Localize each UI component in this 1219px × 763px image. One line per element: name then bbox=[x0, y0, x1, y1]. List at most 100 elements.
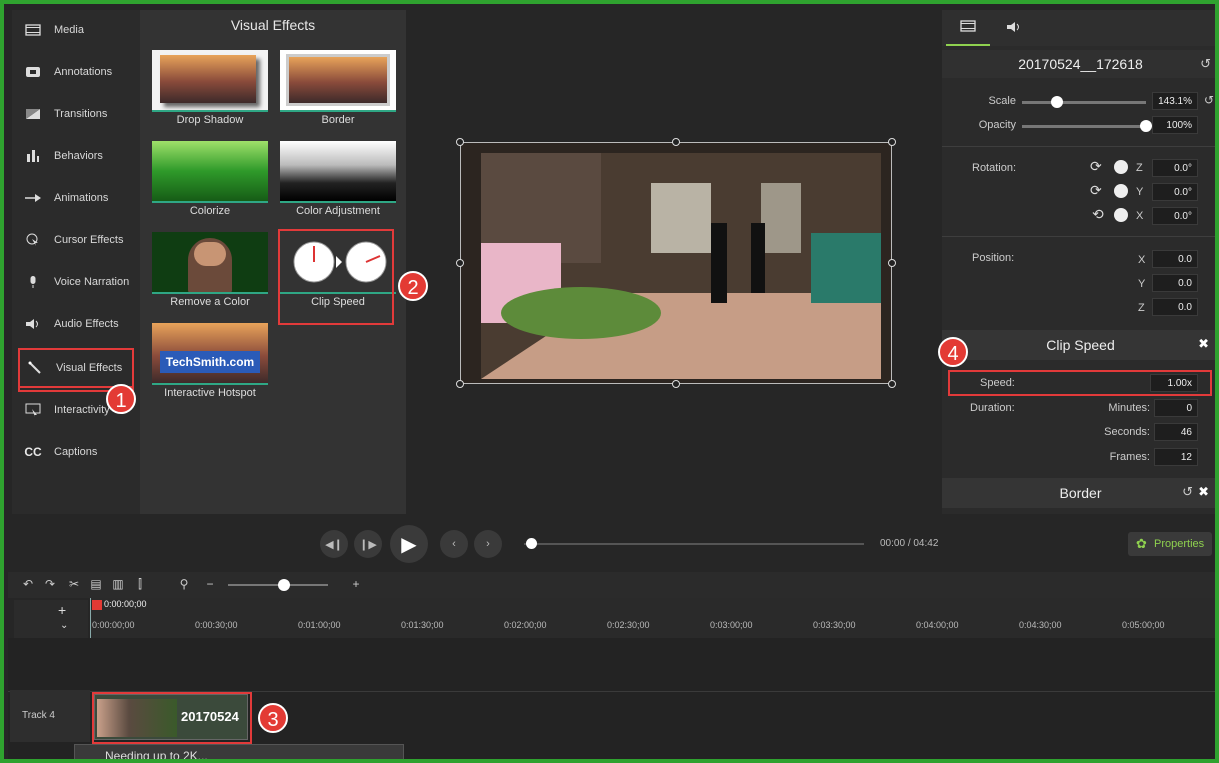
effect-tile-border[interactable]: Border bbox=[280, 50, 396, 136]
reset-icon[interactable]: ↺ bbox=[1182, 484, 1193, 500]
copy-icon[interactable]: ▤ bbox=[88, 577, 104, 593]
sidebar-item-behaviors[interactable]: Behaviors bbox=[12, 136, 140, 176]
zoom-out-icon[interactable]: − bbox=[202, 577, 218, 593]
rotation-y-value[interactable]: 0.0° bbox=[1152, 183, 1198, 201]
border-thumbnail bbox=[280, 50, 396, 112]
opacity-slider-knob[interactable] bbox=[1140, 120, 1152, 132]
close-icon[interactable]: ✖ bbox=[1198, 484, 1209, 500]
scrub-bar[interactable] bbox=[524, 543, 864, 545]
resize-handle[interactable] bbox=[672, 138, 680, 146]
timeline-ruler[interactable]: 0:00:00;00 0:00:00;00 0:00:30;00 0:01:00;0… bbox=[90, 598, 1215, 638]
effects-title: Visual Effects bbox=[230, 17, 316, 33]
paste-icon[interactable]: ▥ bbox=[110, 577, 126, 593]
remove-a-color-thumbnail bbox=[152, 232, 268, 294]
chevron-down-icon[interactable]: ⌄ bbox=[60, 620, 68, 631]
resize-handle[interactable] bbox=[888, 380, 896, 388]
current-time: 00:00 bbox=[880, 538, 906, 549]
effect-tile-remove-a-color[interactable]: Remove a Color bbox=[152, 232, 268, 318]
divider bbox=[942, 236, 1215, 237]
chevron-right-icon: › bbox=[486, 538, 490, 550]
behaviors-icon bbox=[24, 149, 42, 163]
tick-label: 0:05:00;00 bbox=[1122, 620, 1165, 630]
sidebar-item-label: Annotations bbox=[54, 66, 113, 78]
undo-icon[interactable]: ↶ bbox=[20, 577, 36, 593]
resize-handle[interactable] bbox=[672, 380, 680, 388]
tile-label: Colorize bbox=[189, 205, 231, 217]
annotation-icon bbox=[24, 65, 42, 79]
sidebar-item-voice-narration[interactable]: Voice Narration bbox=[12, 262, 140, 302]
tab-visual-properties[interactable] bbox=[946, 10, 990, 46]
interactive-hotspot-thumbnail: TechSmith.com bbox=[152, 323, 268, 385]
add-track-icon[interactable]: + bbox=[58, 602, 66, 618]
sidebar-item-cursor-effects[interactable]: Cursor Effects bbox=[12, 220, 140, 260]
search-icon[interactable]: ⚲ bbox=[176, 577, 192, 593]
sidebar-item-media[interactable]: Media bbox=[12, 10, 140, 50]
tick-label: 0:03:30;00 bbox=[813, 620, 856, 630]
position-x-value[interactable]: 0.0 bbox=[1152, 250, 1198, 268]
next-marker-button[interactable]: › bbox=[474, 530, 502, 558]
playhead-marker[interactable] bbox=[92, 600, 102, 610]
rotation-z-value[interactable]: 0.0° bbox=[1152, 159, 1198, 177]
rotation-dial[interactable] bbox=[1114, 160, 1128, 174]
sidebar-item-audio-effects[interactable]: Audio Effects bbox=[12, 304, 140, 344]
tools-sidebar: Media Annotations Transitions Behaviors … bbox=[12, 10, 140, 514]
frames-value[interactable]: 12 bbox=[1154, 448, 1198, 466]
divider bbox=[942, 146, 1215, 147]
previous-marker-button[interactable]: ‹ bbox=[440, 530, 468, 558]
track-header[interactable]: Track 4 bbox=[10, 690, 90, 742]
effect-tile-color-adjustment[interactable]: Color Adjustment bbox=[280, 141, 396, 227]
tab-audio-properties[interactable] bbox=[992, 10, 1036, 46]
effect-tile-interactive-hotspot[interactable]: TechSmith.com Interactive Hotspot bbox=[152, 323, 268, 409]
minutes-value[interactable]: 0 bbox=[1154, 399, 1198, 417]
position-label: Position: bbox=[972, 252, 1015, 264]
playback-bar: ◀❙ ❙▶ ▶ ‹ › 00:00 / 04:42 ✿ Properties bbox=[8, 516, 1215, 572]
properties-button[interactable]: ✿ Properties bbox=[1128, 532, 1212, 556]
sidebar-item-animations[interactable]: Animations bbox=[12, 178, 140, 218]
opacity-value[interactable]: 100% bbox=[1152, 116, 1198, 134]
scrub-knob[interactable] bbox=[526, 538, 537, 549]
seconds-value[interactable]: 46 bbox=[1154, 423, 1198, 441]
sidebar-item-label: Interactivity bbox=[54, 404, 110, 416]
opacity-slider[interactable] bbox=[1022, 125, 1146, 128]
zoom-slider-knob[interactable] bbox=[278, 579, 290, 591]
sidebar-item-label: Media bbox=[54, 24, 84, 36]
redo-icon[interactable]: ↷ bbox=[42, 577, 58, 593]
sidebar-item-annotations[interactable]: Annotations bbox=[12, 52, 140, 92]
track-label: Track 4 bbox=[22, 710, 55, 721]
reset-icon[interactable]: ↺ bbox=[1204, 93, 1214, 107]
transition-icon bbox=[24, 107, 42, 121]
step-forward-button[interactable]: ❙▶ bbox=[354, 530, 382, 558]
gear-icon: ✿ bbox=[1136, 536, 1147, 551]
effect-tile-colorize[interactable]: Colorize bbox=[152, 141, 268, 227]
sidebar-item-captions[interactable]: CC Captions bbox=[12, 432, 140, 472]
scale-slider-knob[interactable] bbox=[1050, 96, 1063, 108]
time-separator: / bbox=[907, 538, 911, 549]
resize-handle[interactable] bbox=[456, 380, 464, 388]
resize-handle[interactable] bbox=[888, 138, 896, 146]
zoom-in-icon[interactable]: + bbox=[348, 577, 364, 593]
resize-handle[interactable] bbox=[456, 138, 464, 146]
chevron-left-icon: ‹ bbox=[452, 538, 456, 550]
axis-label: Y bbox=[1138, 278, 1146, 290]
step-back-button[interactable]: ◀❙ bbox=[320, 530, 348, 558]
video-preview[interactable] bbox=[460, 142, 892, 384]
rotation-dial[interactable] bbox=[1114, 208, 1128, 222]
rotation-x-value[interactable]: 0.0° bbox=[1152, 207, 1198, 225]
resize-handle[interactable] bbox=[456, 259, 464, 267]
split-icon[interactable]: ⫿ bbox=[132, 577, 148, 593]
reset-icon[interactable]: ↺ bbox=[1200, 56, 1211, 72]
close-icon[interactable]: ✖ bbox=[1198, 336, 1209, 352]
position-z-value[interactable]: 0.0 bbox=[1152, 298, 1198, 316]
position-y-value[interactable]: 0.0 bbox=[1152, 274, 1198, 292]
scale-slider[interactable] bbox=[1022, 101, 1146, 104]
effect-tile-drop-shadow[interactable]: Drop Shadow bbox=[152, 50, 268, 136]
scale-value[interactable]: 143.1% bbox=[1152, 92, 1198, 110]
rotation-dial[interactable] bbox=[1114, 184, 1128, 198]
sidebar-item-label: Audio Effects bbox=[54, 318, 119, 330]
play-button[interactable]: ▶ bbox=[390, 525, 428, 563]
cut-icon[interactable]: ✂ bbox=[66, 577, 82, 593]
resize-handle[interactable] bbox=[888, 259, 896, 267]
sidebar-item-transitions[interactable]: Transitions bbox=[12, 94, 140, 134]
color-adjustment-thumbnail bbox=[280, 141, 396, 203]
speaker-icon bbox=[24, 317, 42, 331]
